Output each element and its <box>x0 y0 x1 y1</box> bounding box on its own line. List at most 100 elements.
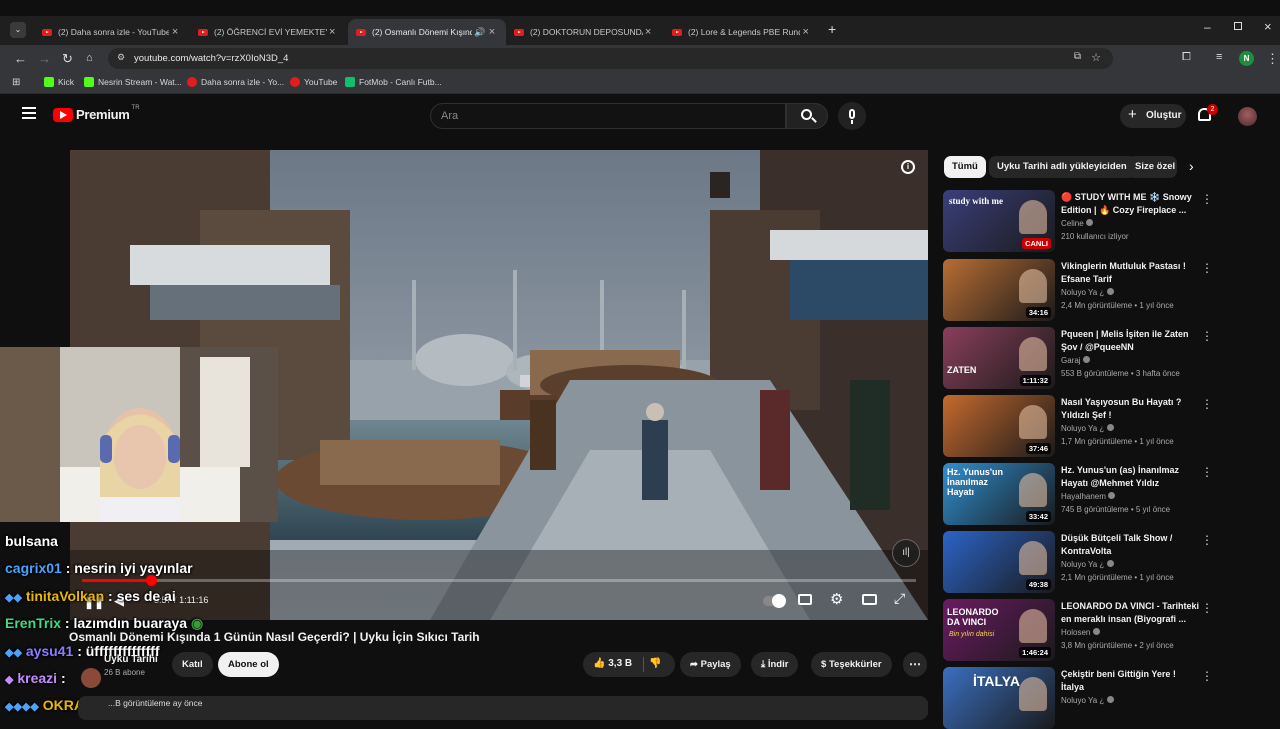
browser-tab[interactable]: (2) DOKTORUN DEPOSUNDA KO... × <box>506 19 661 45</box>
site-info-icon[interactable]: ⚙ <box>117 52 125 63</box>
extensions-icon[interactable]: ⧠ <box>1182 51 1191 64</box>
video-title[interactable]: Çekiştir beni Gittiğin Yere ! İtalya <box>1061 668 1201 694</box>
channel-name[interactable]: Celine <box>1061 219 1093 228</box>
description-preview[interactable]: ...B görüntüleme ay önce <box>78 696 928 720</box>
channel-name[interactable]: Uyku Tarihi <box>104 654 158 665</box>
more-options-icon[interactable]: ⋮ <box>1201 397 1213 411</box>
bookmark-star-icon[interactable]: ☆ <box>1091 51 1101 64</box>
chip-for-you[interactable]: Size özel <box>1127 156 1177 178</box>
video-title[interactable]: Nasıl Yaşıyosun Bu Hayatı ? Yıldızlı Şef… <box>1061 396 1201 422</box>
video-title[interactable]: Düşük Bütçeli Talk Show / KontraVolta <box>1061 532 1201 558</box>
close-tab-icon[interactable]: × <box>643 26 653 38</box>
bookmark-fotmob[interactable]: FotMob - Canlı Futb... <box>345 77 442 87</box>
thanks-button[interactable]: $ Teşekkürler <box>811 652 892 677</box>
theater-mode-icon[interactable] <box>862 594 877 605</box>
video-title[interactable]: 🔴 STUDY WITH ME ❄️ Snowy Edition | 🔥 Coz… <box>1061 191 1201 217</box>
more-options-icon[interactable]: ⋮ <box>1201 601 1213 615</box>
audio-playing-icon[interactable]: 🔊 <box>474 27 485 38</box>
restore-icon[interactable] <box>1234 22 1242 30</box>
video-thumbnail[interactable]: 34:16 <box>943 259 1055 321</box>
video-thumbnail[interactable]: study with me CANLI <box>943 190 1055 252</box>
dislike-button[interactable]: 👎 <box>649 658 661 669</box>
media-controls-icon[interactable]: ≡ <box>1216 51 1222 63</box>
more-options-icon[interactable]: ⋮ <box>1201 192 1213 206</box>
more-options-icon[interactable]: ⋮ <box>1201 261 1213 275</box>
subscribe-button[interactable]: Abone ol <box>218 652 279 677</box>
channel-name[interactable]: Garaj <box>1061 356 1090 365</box>
close-window-icon[interactable]: × <box>1264 19 1272 34</box>
channel-name[interactable]: Holosen <box>1061 628 1100 637</box>
more-actions-button[interactable]: ⋯ <box>903 652 927 677</box>
progress-bar[interactable] <box>82 575 916 586</box>
video-info-icon[interactable]: i <box>901 160 915 174</box>
minimize-icon[interactable]: – <box>1204 20 1211 34</box>
join-button[interactable]: Katıl <box>172 652 213 677</box>
stream-pause-icon[interactable]: ıl| <box>892 539 920 567</box>
channel-name[interactable]: Noluyo Ya ¿ <box>1061 560 1114 569</box>
recommended-video[interactable]: ZATEN 1:11:32 Pqueen | Melis İşiten ile Za… <box>943 327 1213 389</box>
install-app-icon[interactable]: ⧉ <box>1074 51 1081 62</box>
chat-username[interactable]: cagrix01 <box>5 560 62 576</box>
bookmark-youtube[interactable]: YouTube <box>290 77 337 87</box>
video-thumbnail[interactable]: LEONARDO DA VINCI Bin yılın dahisi 1:46:24 <box>943 599 1055 661</box>
reload-icon[interactable]: ↻ <box>62 51 73 67</box>
back-icon[interactable]: ← <box>14 51 27 66</box>
recommended-video[interactable]: study with me CANLI 🔴 STUDY WITH ME ❄️ Sno… <box>943 190 1213 252</box>
close-tab-icon[interactable]: × <box>327 26 337 38</box>
recommended-video[interactable]: 49:38 Düşük Bütçeli Talk Show / KontraVol… <box>943 531 1213 593</box>
chat-username[interactable]: ErenTrix <box>5 615 61 631</box>
voice-search-button[interactable] <box>838 102 866 130</box>
close-tab-icon[interactable]: × <box>169 26 181 38</box>
video-thumbnail[interactable]: 49:38 <box>943 531 1055 593</box>
video-title[interactable]: Vikinglerin Mutluluk Pastası ! Efsane Ta… <box>1061 260 1201 286</box>
chat-username[interactable]: tinitaVolkan <box>26 588 104 604</box>
chat-username[interactable]: kreazi <box>17 670 57 686</box>
recommended-video[interactable]: 37:46 Nasıl Yaşıyosun Bu Hayatı ? Yıldızl… <box>943 395 1213 457</box>
browser-tab-active[interactable]: (2) Osmanlı Dönemi Kışında... 🔊 × <box>348 19 506 45</box>
create-button[interactable]: + Oluştur <box>1120 104 1186 128</box>
profile-avatar[interactable]: N <box>1239 51 1254 66</box>
tab-search-button[interactable]: ⌄ <box>10 22 26 38</box>
video-thumbnail[interactable]: 37:46 <box>943 395 1055 457</box>
bookmark-nesrin-stream[interactable]: Nesrin Stream - Wat... <box>84 77 182 87</box>
like-button[interactable]: 👍 3,3 B <box>593 658 632 669</box>
browser-tab[interactable]: (2) ÖĞRENCİ EVİ YEMEKTEYİZ M... × <box>190 19 345 45</box>
more-options-icon[interactable]: ⋮ <box>1201 329 1213 343</box>
account-avatar[interactable] <box>1238 107 1257 126</box>
chat-username[interactable]: aysu41 <box>26 643 73 659</box>
channel-name[interactable]: Noluyo Ya ¿ <box>1061 288 1114 297</box>
apps-grid-icon[interactable]: ⊞ <box>12 77 20 88</box>
more-options-icon[interactable]: ⋮ <box>1201 533 1213 547</box>
channel-name[interactable]: Noluyo Ya ¿ <box>1061 424 1114 433</box>
bookmark-kick[interactable]: Kick <box>44 77 74 87</box>
more-options-icon[interactable]: ⋮ <box>1201 465 1213 479</box>
bookmark-watch-later[interactable]: Daha sonra izle - Yo... <box>187 77 284 87</box>
search-button[interactable] <box>786 103 828 129</box>
recommended-video[interactable]: 34:16 Vikinglerin Mutluluk Pastası ! Efsa… <box>943 259 1213 321</box>
forward-icon[interactable]: → <box>38 51 51 66</box>
video-title[interactable]: Pqueen | Melis İşiten ile Zaten Şov / @P… <box>1061 328 1201 354</box>
home-icon[interactable]: ⌂ <box>86 52 93 64</box>
close-tab-icon[interactable]: × <box>800 26 811 38</box>
recommended-video[interactable]: Hz. Yunus'un İnanılmaz Hayatı 33:42 Hz. Yu… <box>943 463 1213 525</box>
url-field[interactable]: ⚙ youtube.com/watch?v=rzX0IoN3D_4 ⧉ ☆ <box>108 48 1113 69</box>
chip-from-uploader[interactable]: Uyku Tarihi adlı yükleyiciden <box>989 156 1135 178</box>
settings-gear-icon[interactable]: ⚙ <box>830 590 843 608</box>
download-button[interactable]: ⤓ İndir <box>751 652 799 677</box>
share-button[interactable]: ➦ Paylaş <box>680 652 741 677</box>
fullscreen-icon[interactable]: ⤢ <box>894 590 905 607</box>
video-thumbnail[interactable]: ZATEN 1:11:32 <box>943 327 1055 389</box>
browser-tab[interactable]: (2) Lore & Legends PBE Rundo... × <box>664 19 819 45</box>
browser-menu-icon[interactable]: ⋮ <box>1266 51 1279 67</box>
channel-name[interactable]: Noluyo Ya ¿ <box>1061 696 1114 705</box>
recommended-video[interactable]: LEONARDO DA VINCI Bin yılın dahisi 1:46:24… <box>943 599 1213 661</box>
video-title[interactable]: Hz. Yunus'un (as) İnanılmaz Hayatı @Mehm… <box>1061 464 1201 490</box>
channel-avatar[interactable] <box>81 668 101 688</box>
search-input[interactable]: Ara <box>430 103 786 129</box>
close-tab-icon[interactable]: × <box>486 26 498 38</box>
chip-all[interactable]: Tümü <box>944 156 986 178</box>
youtube-logo[interactable]: Premium TR <box>53 105 140 122</box>
new-tab-button[interactable]: + <box>828 21 836 37</box>
subtitles-icon[interactable] <box>798 594 812 605</box>
autoplay-toggle[interactable] <box>763 594 786 608</box>
